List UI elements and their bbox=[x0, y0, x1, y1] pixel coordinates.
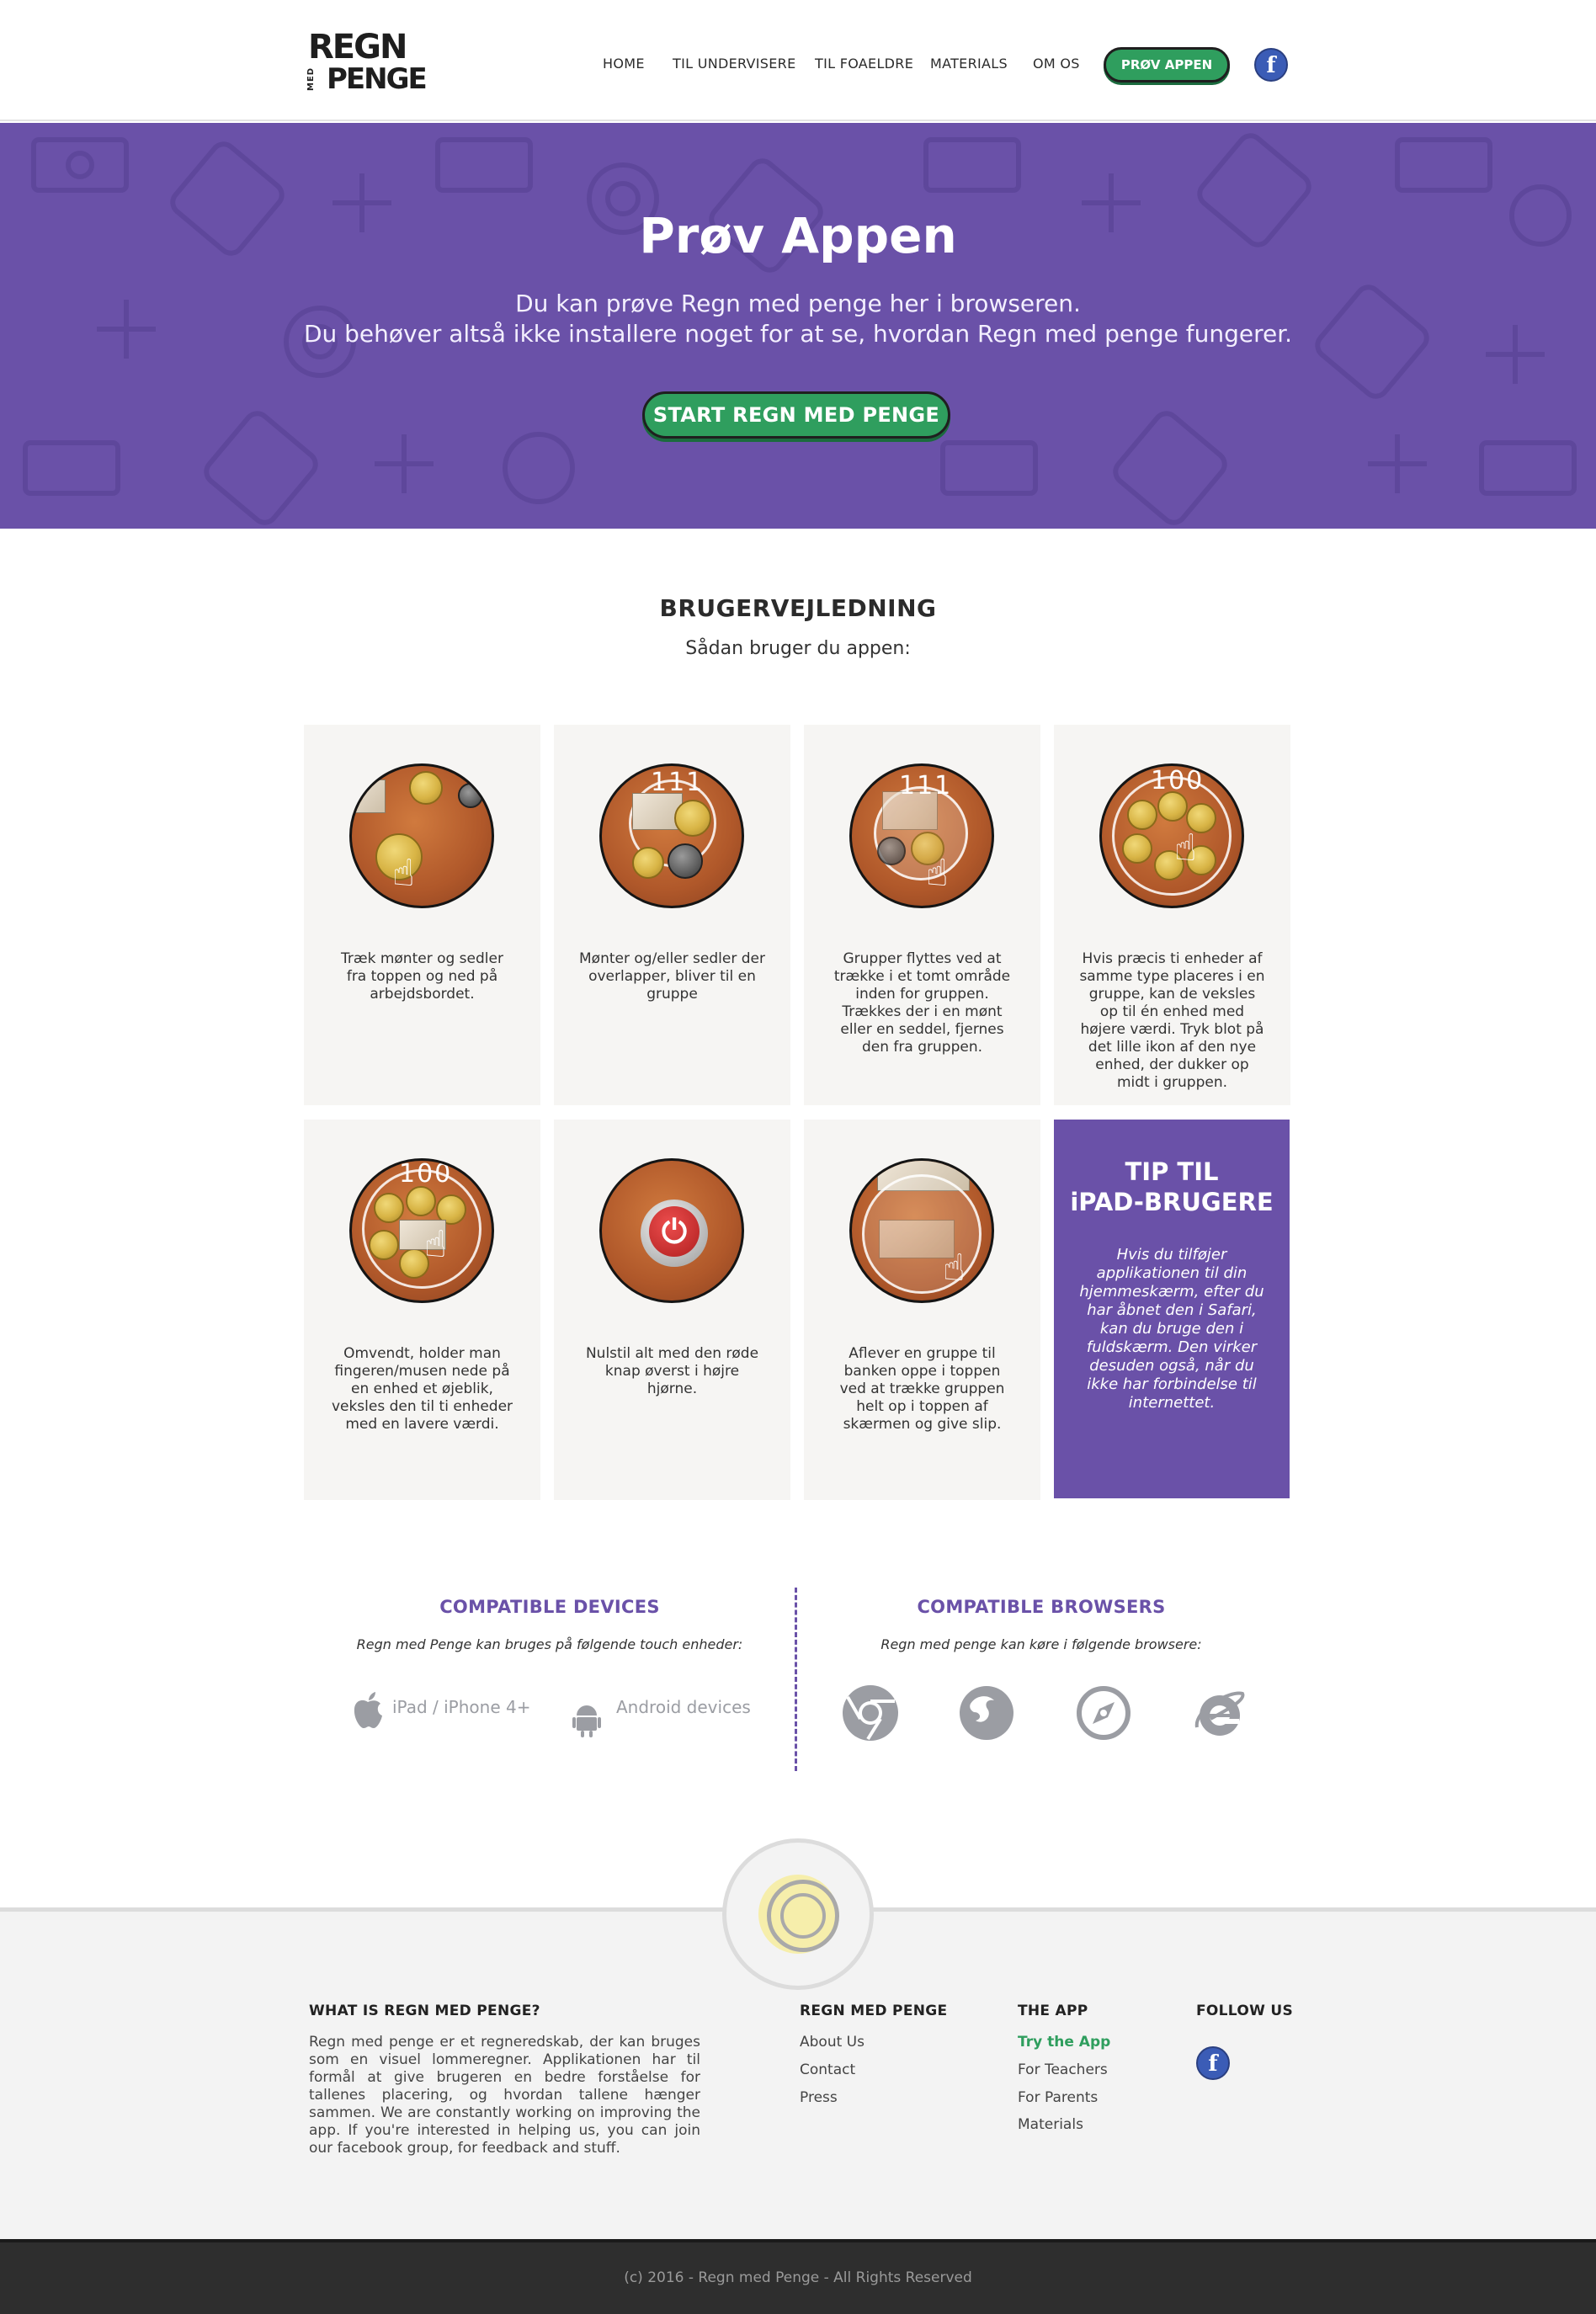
compatible-browsers-title: COMPATIBLE BROWSERS bbox=[917, 1597, 1166, 1617]
ie-icon bbox=[1192, 1685, 1248, 1741]
android-icon bbox=[572, 1704, 601, 1741]
facebook-icon[interactable]: f bbox=[1254, 48, 1288, 82]
nav-til-undervisere[interactable]: TIL UNDERVISERE bbox=[673, 56, 796, 72]
guide-subtitle: Sådan bruger du appen: bbox=[685, 638, 911, 659]
tip-title-line-1: TIP TIL bbox=[1125, 1157, 1219, 1186]
group-number: 100 bbox=[399, 1159, 453, 1189]
coin bbox=[374, 1193, 404, 1223]
footer-link-about-us[interactable]: About Us bbox=[800, 2034, 864, 2051]
hand-pointer-icon: ☝ bbox=[926, 852, 949, 895]
guide-step-card: 111 Mønter og/eller sedler der overlappe… bbox=[554, 725, 790, 1105]
step-text: Hvis præcis ti enheder af samme type pla… bbox=[1079, 950, 1265, 1091]
section-divider bbox=[795, 1588, 797, 1771]
group-number: 111 bbox=[899, 771, 953, 801]
compatible-devices-subtitle: Regn med Penge kan bruges på følgende to… bbox=[356, 1636, 743, 1652]
step-text: Aflever en gruppe til banken oppe i topp… bbox=[839, 1345, 1005, 1433]
guide-step-card: ⏻ Nulstil alt med den røde knap øverst i… bbox=[554, 1120, 790, 1500]
device-android-label: Android devices bbox=[616, 1697, 751, 1717]
footer-about-title: WHAT IS REGN MED PENGE? bbox=[309, 2003, 540, 2019]
footer-link-materials[interactable]: Materials bbox=[1018, 2116, 1083, 2133]
chrome-icon bbox=[843, 1685, 898, 1741]
hand-pointer-icon: ☝ bbox=[1174, 827, 1197, 870]
tip-title: TIP TIL iPAD-BRUGERE bbox=[1054, 1157, 1290, 1217]
compatible-browsers-subtitle: Regn med penge kan køre i følgende brows… bbox=[880, 1636, 1202, 1652]
step-illustration: 100 ☝ bbox=[1099, 763, 1244, 908]
logo-top: REGN bbox=[308, 28, 407, 66]
site-header: REGN MED PENGE HOME TIL UNDERVISERE TIL … bbox=[0, 0, 1596, 121]
step-illustration: 111 bbox=[599, 763, 744, 908]
coin bbox=[1122, 833, 1152, 864]
step-text: Omvendt, holder man fingeren/musen nede … bbox=[331, 1345, 513, 1433]
nav-materials[interactable]: MATERIALS bbox=[930, 56, 1008, 72]
nav-til-foaeldre[interactable]: TIL FOAELDRE bbox=[815, 56, 913, 72]
coin bbox=[877, 837, 906, 865]
coin-logo-inner-ring bbox=[780, 1893, 826, 1939]
step-text: Mønter og/eller sedler der overlapper, b… bbox=[579, 950, 765, 1003]
nav-om-os[interactable]: OM OS bbox=[1033, 56, 1080, 72]
tip-text: Hvis du tilføjer applikationen til din h… bbox=[1079, 1246, 1264, 1412]
footer-col1-title: REGN MED PENGE bbox=[800, 2003, 948, 2019]
step-text: Grupper flyttes ved at trække i et tomt … bbox=[833, 950, 1011, 1056]
coin bbox=[458, 783, 483, 808]
coin bbox=[369, 1230, 399, 1260]
footer-link-contact[interactable]: Contact bbox=[800, 2061, 855, 2078]
hero-subtitle-line-2: Du behøver altså ikke installere noget f… bbox=[303, 320, 1293, 348]
hero-subtitle-line-1: Du kan prøve Regn med penge her i browse… bbox=[515, 290, 1081, 317]
guide-step-card: ☝ Træk mønter og sedler fra toppen og ne… bbox=[304, 725, 540, 1105]
hand-pointer-icon: ☝ bbox=[943, 1247, 966, 1290]
coin bbox=[674, 800, 711, 837]
step-illustration: ☝ bbox=[849, 1158, 994, 1303]
hand-pointer-icon: ☝ bbox=[392, 852, 415, 895]
safari-icon bbox=[1076, 1685, 1131, 1741]
footer-badge bbox=[722, 1838, 874, 1990]
guide-step-card: ☝ Aflever en gruppe til banken oppe i to… bbox=[804, 1120, 1040, 1500]
coin bbox=[409, 771, 443, 805]
compatible-devices-title: COMPATIBLE DEVICES bbox=[439, 1597, 660, 1617]
hand-pointer-icon: ☝ bbox=[424, 1223, 447, 1266]
logo[interactable]: REGN MED PENGE bbox=[306, 28, 428, 98]
logo-med: MED bbox=[306, 66, 316, 91]
footer-about-text: Regn med penge er et regneredskab, der k… bbox=[309, 2034, 700, 2157]
footer-col2-title: THE APP bbox=[1018, 2003, 1088, 2019]
footer-link-press[interactable]: Press bbox=[800, 2089, 838, 2106]
apple-icon bbox=[352, 1692, 384, 1737]
logo-bottom: PENGE bbox=[327, 62, 428, 96]
copyright-text: (c) 2016 - Regn med Penge - All Rights R… bbox=[624, 2269, 972, 2286]
banknote bbox=[352, 779, 386, 813]
coin bbox=[1157, 791, 1188, 822]
nav-home[interactable]: HOME bbox=[603, 56, 645, 72]
firefox-icon bbox=[959, 1685, 1014, 1741]
step-illustration: ☝ bbox=[349, 763, 494, 908]
device-ios-label: iPad / iPhone 4+ bbox=[392, 1697, 531, 1717]
group-number: 100 bbox=[1151, 766, 1205, 795]
guide-step-card: 100 ☝ Omvendt, holder man fingeren/musen… bbox=[304, 1120, 540, 1500]
hero-title: Prøv Appen bbox=[639, 207, 957, 264]
try-app-button[interactable]: PRØV APPEN bbox=[1104, 47, 1230, 82]
power-icon: ⏻ bbox=[649, 1206, 700, 1257]
step-illustration: 100 ☝ bbox=[349, 1158, 494, 1303]
copyright-bar: (c) 2016 - Regn med Penge - All Rights R… bbox=[0, 2239, 1596, 2314]
coin bbox=[668, 843, 703, 879]
step-text: Nulstil alt med den røde knap øverst i h… bbox=[585, 1345, 759, 1397]
coin bbox=[632, 847, 664, 879]
hero-banner: Prøv Appen Du kan prøve Regn med penge h… bbox=[0, 123, 1596, 529]
step-illustration: ⏻ bbox=[599, 1158, 744, 1303]
coin bbox=[406, 1186, 436, 1216]
footer-link-for-parents[interactable]: For Parents bbox=[1018, 2089, 1098, 2106]
tip-title-line-2: iPAD-BRUGERE bbox=[1070, 1188, 1274, 1216]
footer-col3-title: FOLLOW US bbox=[1196, 2003, 1293, 2019]
guide-step-card: 100 ☝ Hvis præcis ti enheder af samme ty… bbox=[1054, 725, 1290, 1105]
step-text: Træk mønter og sedler fra toppen og ned … bbox=[341, 950, 503, 1003]
guide-title: BRUGERVEJLEDNING bbox=[659, 594, 937, 622]
ipad-tip-card: TIP TIL iPAD-BRUGERE Hvis du tilføjer ap… bbox=[1054, 1120, 1290, 1498]
footer-link-try-app[interactable]: Try the App bbox=[1018, 2034, 1110, 2051]
footer-link-for-teachers[interactable]: For Teachers bbox=[1018, 2061, 1108, 2078]
group-number: 111 bbox=[651, 768, 705, 797]
start-app-button[interactable]: START REGN MED PENGE bbox=[642, 391, 950, 439]
guide-step-card: 111 ☝ Grupper flyttes ved at trække i et… bbox=[804, 725, 1040, 1105]
coin bbox=[1127, 800, 1157, 830]
facebook-icon[interactable]: f bbox=[1196, 2046, 1230, 2080]
step-illustration: 111 ☝ bbox=[849, 763, 994, 908]
